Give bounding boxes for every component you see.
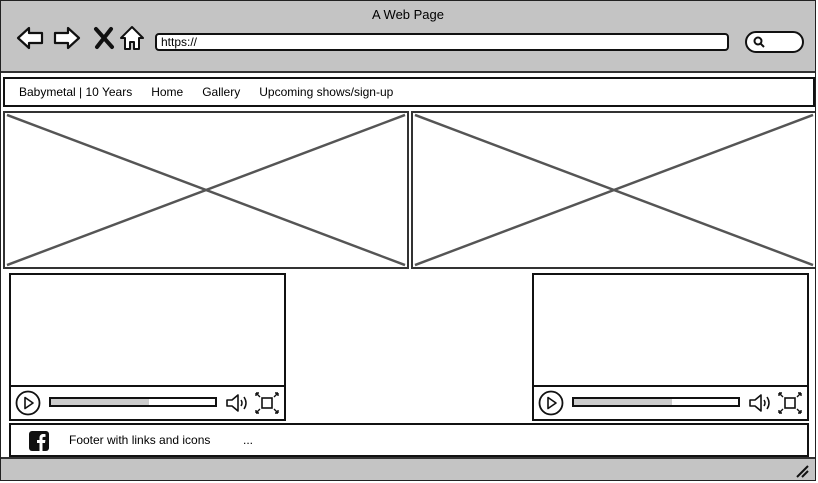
nav-item-gallery[interactable]: Gallery (202, 85, 240, 99)
play-icon[interactable] (15, 390, 41, 416)
forward-arrow-icon[interactable] (52, 23, 82, 53)
video-progress-bar[interactable] (49, 397, 217, 407)
volume-icon[interactable] (225, 392, 249, 414)
play-icon[interactable] (538, 390, 564, 416)
video-player-left[interactable] (9, 273, 286, 421)
video-progress-fill (574, 399, 673, 405)
nav-item-home[interactable]: Home (151, 85, 183, 99)
page-content: Babymetal | 10 Years Home Gallery Upcomi… (1, 73, 815, 457)
image-placeholder-right (411, 111, 815, 269)
resize-handle-icon[interactable] (795, 464, 809, 478)
page-footer: Footer with links and icons ... (9, 423, 809, 457)
close-icon[interactable] (89, 23, 119, 53)
image-placeholder-left (3, 111, 409, 269)
footer-text: Footer with links and icons (69, 433, 211, 447)
search-icon (753, 36, 765, 48)
window-title: A Web Page (371, 7, 445, 22)
status-bar (1, 457, 815, 480)
site-navbar: Babymetal | 10 Years Home Gallery Upcomi… (3, 77, 815, 107)
footer-more-link[interactable]: ... (243, 433, 253, 447)
fullscreen-icon[interactable] (255, 392, 279, 414)
facebook-icon[interactable] (29, 431, 49, 451)
video-player-right[interactable] (532, 273, 809, 421)
video-progress-fill (51, 399, 150, 405)
nav-item-upcoming-shows[interactable]: Upcoming shows/sign-up (259, 85, 393, 99)
home-icon[interactable] (117, 23, 147, 53)
video-controls (11, 385, 284, 419)
fullscreen-icon[interactable] (778, 392, 802, 414)
nav-item-brand[interactable]: Babymetal | 10 Years (19, 85, 132, 99)
browser-chrome: A Web Page https:// (1, 1, 815, 73)
back-arrow-icon[interactable] (15, 23, 45, 53)
video-controls (534, 385, 807, 419)
search-button[interactable] (745, 31, 804, 53)
video-progress-bar[interactable] (572, 397, 740, 407)
volume-icon[interactable] (748, 392, 772, 414)
browser-window: A Web Page https:// Babymetal | 10 Years… (0, 0, 816, 481)
address-bar[interactable]: https:// (155, 33, 729, 51)
